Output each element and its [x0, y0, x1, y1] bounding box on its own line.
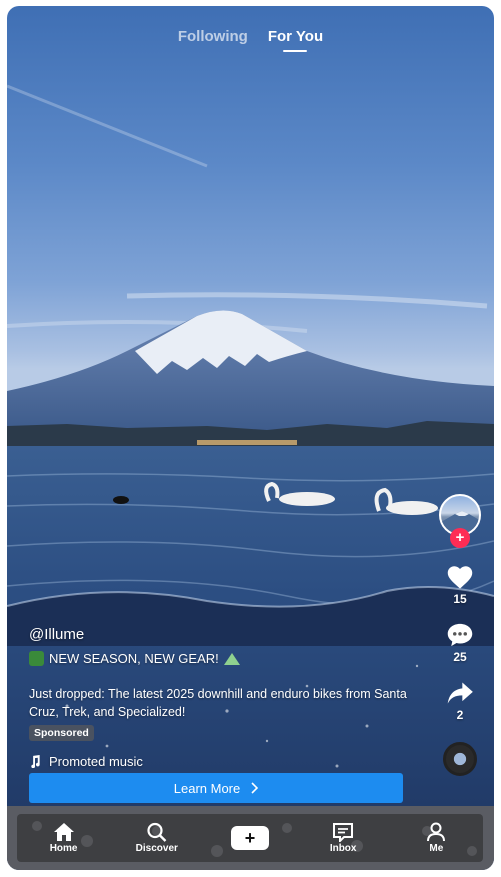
caption-description: Just dropped: The latest 2025 downhill a…: [29, 687, 407, 719]
mountain-emoji-icon: [223, 652, 240, 665]
nav-discover[interactable]: Discover: [127, 822, 187, 854]
learn-more-button[interactable]: Learn More: [29, 773, 403, 803]
learn-more-label: Learn More: [173, 780, 241, 796]
tab-for-you[interactable]: For You: [268, 28, 323, 49]
tab-following[interactable]: Following: [178, 28, 248, 49]
music-row[interactable]: Promoted music: [29, 754, 409, 769]
action-rail: + 15 25 2: [436, 494, 484, 776]
plus-icon: +: [230, 826, 269, 850]
music-label: Promoted music: [49, 754, 143, 769]
feed-tabs: Following For You: [7, 28, 494, 49]
inbox-icon: [333, 823, 354, 842]
chevron-right-icon: [251, 782, 259, 794]
music-disc[interactable]: [443, 742, 477, 776]
like-button[interactable]: 15: [446, 564, 474, 606]
video-caption: @Illume NEW SEASON, NEW GEAR! Just dropp…: [29, 626, 409, 769]
share-count: 2: [456, 708, 464, 722]
comment-button[interactable]: 25: [446, 622, 474, 664]
gift-emoji-icon: [29, 651, 44, 666]
bottom-nav: Home Discover + Inbox Me: [17, 814, 483, 862]
comment-icon: [447, 623, 473, 647]
sponsored-badge: Sponsored: [29, 725, 94, 741]
video-feed[interactable]: Following For You + 15 25 2 @Illume NEW …: [7, 6, 494, 870]
comment-count: 25: [453, 650, 467, 664]
creator-username[interactable]: @Illume: [29, 626, 409, 643]
like-count: 15: [453, 592, 467, 606]
search-icon: [147, 822, 167, 842]
nav-me-label: Me: [429, 843, 444, 854]
nav-inbox-label: Inbox: [329, 843, 357, 854]
profile-icon: [427, 822, 446, 842]
music-note-icon: [31, 755, 40, 768]
nav-home[interactable]: Home: [34, 822, 94, 854]
follow-button[interactable]: +: [450, 528, 470, 548]
nav-inbox[interactable]: Inbox: [313, 822, 373, 854]
nav-create[interactable]: +: [220, 826, 280, 850]
heart-icon: [447, 566, 473, 589]
headline-text: NEW SEASON, NEW GEAR!: [49, 651, 219, 666]
share-button[interactable]: 2: [446, 680, 474, 722]
nav-discover-label: Discover: [135, 843, 178, 854]
nav-me[interactable]: Me: [406, 822, 466, 854]
caption-headline: NEW SEASON, NEW GEAR!: [29, 651, 409, 666]
share-icon: [447, 682, 473, 704]
nav-home-label: Home: [49, 843, 78, 854]
home-icon: [53, 823, 74, 841]
